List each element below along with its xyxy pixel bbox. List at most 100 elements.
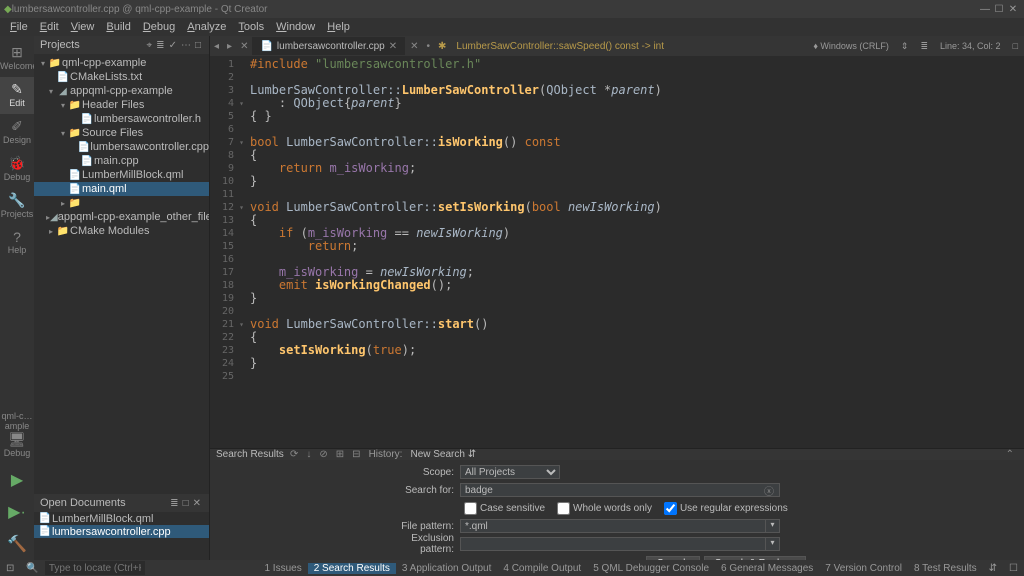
- close-button[interactable]: ✕: [1006, 4, 1020, 15]
- output-pane-tab[interactable]: 5 QML Debugger Console: [587, 563, 715, 574]
- code-area[interactable]: #include "lumbersawcontroller.h" LumberS…: [250, 56, 1024, 448]
- line-number[interactable]: 23: [212, 344, 244, 357]
- line-number[interactable]: 24: [212, 357, 244, 370]
- mode-welcome[interactable]: ⊞Welcome: [0, 40, 34, 77]
- symbol-crumb[interactable]: LumberSawController::sawSpeed() const ->…: [450, 41, 670, 52]
- exclusion-pattern-input[interactable]: [460, 537, 766, 551]
- projects-header-icon-2[interactable]: ✓: [167, 40, 179, 51]
- locator-icon[interactable]: ⊡: [0, 563, 20, 574]
- code-line[interactable]: }: [250, 292, 1024, 305]
- search-icon[interactable]: 🔍: [20, 563, 44, 574]
- output-pane-tab[interactable]: 4 Compile Output: [497, 563, 587, 574]
- tree-arrow-icon[interactable]: ▾: [38, 59, 48, 68]
- output-pane-tab[interactable]: 3 Application Output: [396, 563, 498, 574]
- tree-item[interactable]: 📄main.cpp: [34, 154, 209, 168]
- run-button[interactable]: ▶: [11, 464, 23, 496]
- kit-selector[interactable]: qml-c…ample🖥Debug: [0, 407, 34, 464]
- editor-tab[interactable]: 📄lumbersawcontroller.cpp✕: [252, 37, 405, 55]
- output-pane-tab[interactable]: 2 Search Results: [308, 563, 396, 574]
- mode-design[interactable]: ✐Design: [0, 114, 34, 151]
- code-line[interactable]: #include "lumbersawcontroller.h": [250, 58, 1024, 71]
- docs-header-icon-2[interactable]: ✕: [191, 498, 203, 509]
- search-for-input[interactable]: [460, 483, 780, 497]
- maximize-button[interactable]: ☐: [992, 4, 1006, 15]
- line-number[interactable]: 1: [212, 58, 244, 71]
- line-gutter[interactable]: 1234▾567▾89101112▾131415161718192021▾222…: [210, 56, 250, 448]
- tree-item[interactable]: ▾📁Header Files: [34, 98, 209, 112]
- project-tree[interactable]: ▾📁qml-cpp-example📄CMakeLists.txt▾◢appqml…: [34, 54, 209, 494]
- line-number[interactable]: 19: [212, 292, 244, 305]
- line-number[interactable]: 11: [212, 188, 244, 201]
- code-line[interactable]: : QObject{parent}: [250, 97, 1024, 110]
- docs-header-icon-0[interactable]: ≣: [168, 498, 180, 509]
- editor-status-3[interactable]: Line: 34, Col: 2: [934, 41, 1007, 51]
- line-number[interactable]: 25: [212, 370, 244, 383]
- menu-help[interactable]: Help: [321, 21, 356, 33]
- code-line[interactable]: [250, 370, 1024, 383]
- line-number[interactable]: 13: [212, 214, 244, 227]
- locator-input[interactable]: [45, 561, 145, 575]
- line-number[interactable]: 21▾: [212, 318, 244, 331]
- fold-icon[interactable]: ▾: [236, 97, 244, 110]
- menu-tools[interactable]: Tools: [232, 21, 270, 33]
- projects-header-icon-3[interactable]: ⋯: [179, 40, 193, 51]
- line-number[interactable]: 20: [212, 305, 244, 318]
- fold-icon[interactable]: ▾: [236, 201, 244, 214]
- editor-status-0[interactable]: ♦ Windows (CRLF): [807, 41, 895, 51]
- clear-search-icon[interactable]: ⓧ: [764, 483, 774, 498]
- code-line[interactable]: { }: [250, 110, 1024, 123]
- tab-close-icon[interactable]: ✕: [389, 41, 397, 52]
- tree-arrow-icon[interactable]: ▸: [58, 199, 68, 208]
- minimize-button[interactable]: —: [978, 4, 992, 15]
- line-number[interactable]: 2: [212, 71, 244, 84]
- code-line[interactable]: void LumberSawController::setIsWorking(b…: [250, 201, 1024, 214]
- regex-checkbox[interactable]: [664, 502, 677, 515]
- line-number[interactable]: 17: [212, 266, 244, 279]
- open-documents-list[interactable]: 📄LumberMillBlock.qml📄lumbersawcontroller…: [34, 512, 209, 560]
- tree-arrow-icon[interactable]: ▸: [46, 227, 56, 236]
- line-number[interactable]: 3: [212, 84, 244, 97]
- fold-icon[interactable]: ▾: [236, 136, 244, 149]
- tree-item[interactable]: ▸◢appqml-cpp-example_other_files: [34, 210, 209, 224]
- tree-item[interactable]: ▸📁: [34, 196, 209, 210]
- output-pane-tab[interactable]: 7 Version Control: [819, 563, 908, 574]
- output-pane-tab[interactable]: 6 General Messages: [715, 563, 819, 574]
- mode-projects[interactable]: 🔧Projects: [0, 188, 34, 225]
- code-line[interactable]: }: [250, 357, 1024, 370]
- tab-nav-1[interactable]: ▸: [223, 41, 236, 52]
- code-line[interactable]: void LumberSawController::start(): [250, 318, 1024, 331]
- menu-debug[interactable]: Debug: [137, 21, 181, 33]
- projects-header-icon-0[interactable]: ⌖: [145, 40, 155, 51]
- search-header-icon-2[interactable]: ⊘: [315, 449, 331, 460]
- line-number[interactable]: 16: [212, 253, 244, 266]
- whole-words-checkbox[interactable]: [557, 502, 570, 515]
- projects-header-icon-1[interactable]: ≣: [154, 40, 166, 51]
- tree-item[interactable]: ▾📁qml-cpp-example: [34, 56, 209, 70]
- tree-item[interactable]: ▸📁CMake Modules: [34, 224, 209, 238]
- code-line[interactable]: bool LumberSawController::isWorking() co…: [250, 136, 1024, 149]
- debug-run-button[interactable]: ▶·: [8, 496, 26, 528]
- tree-item[interactable]: 📄lumbersawcontroller.h: [34, 112, 209, 126]
- menu-analyze[interactable]: Analyze: [181, 21, 232, 33]
- file-pattern-dropdown[interactable]: ▾: [766, 519, 780, 533]
- line-number[interactable]: 14: [212, 227, 244, 240]
- line-number[interactable]: 12▾: [212, 201, 244, 214]
- tab-split-icon[interactable]: ✕: [406, 41, 422, 52]
- search-panel-collapse-icon[interactable]: ⌃: [1002, 449, 1018, 460]
- search-header-icon-3[interactable]: ⊞: [332, 449, 348, 460]
- editor-status-4[interactable]: □: [1007, 41, 1024, 51]
- code-line[interactable]: if (m_isWorking == newIsWorking): [250, 227, 1024, 240]
- menu-edit[interactable]: Edit: [34, 21, 65, 33]
- line-number[interactable]: 10: [212, 175, 244, 188]
- scope-select[interactable]: All Projects: [460, 465, 560, 479]
- line-number[interactable]: 8: [212, 149, 244, 162]
- projects-header-icon-4[interactable]: □: [193, 40, 203, 51]
- tab-nav-2[interactable]: ✕: [236, 41, 252, 52]
- line-number[interactable]: 15: [212, 240, 244, 253]
- mode-edit[interactable]: ✎Edit: [0, 77, 34, 114]
- tree-item[interactable]: ▾📁Source Files: [34, 126, 209, 140]
- menu-file[interactable]: File: [4, 21, 34, 33]
- line-number[interactable]: 5: [212, 110, 244, 123]
- tree-arrow-icon[interactable]: ▾: [58, 129, 68, 138]
- tree-item[interactable]: ▾◢appqml-cpp-example: [34, 84, 209, 98]
